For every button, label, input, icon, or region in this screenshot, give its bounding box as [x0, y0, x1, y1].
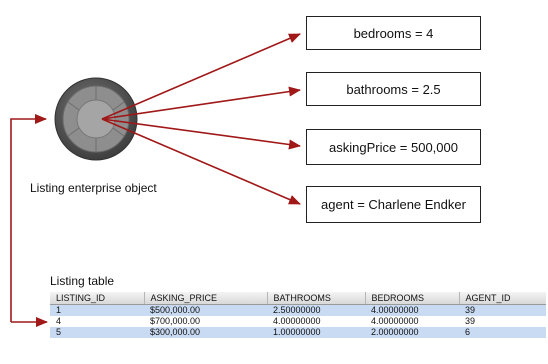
attribute-box-bedrooms: bedrooms = 4 [306, 16, 481, 50]
cell-listing-id: 1 [56, 305, 62, 315]
attribute-box-agent: agent = Charlene Endker [306, 186, 481, 223]
cell-listing-id: 5 [56, 327, 62, 337]
object-caption: Listing enterprise object [30, 181, 157, 195]
table-row[interactable]: 5 $300,000.00 1.00000000 2.00000000 6 [50, 327, 546, 338]
cell-asking-price: $500,000.00 [150, 305, 201, 315]
listing-table: LISTING_ID ASKING_PRICE BATHROOMS BEDROO… [50, 292, 546, 338]
arrow-to-bedrooms [101, 33, 301, 120]
cell-bedrooms: 2.00000000 [371, 327, 419, 337]
table-row[interactable]: 4 $700,000.00 4.00000000 4.00000000 39 [50, 316, 546, 327]
table-title: Listing table [50, 274, 115, 288]
arrow-table-row-to-object [10, 114, 47, 322]
cell-bathrooms: 2.50000000 [273, 305, 321, 315]
cell-bedrooms: 4.00000000 [371, 316, 419, 326]
cell-listing-id: 4 [56, 316, 62, 326]
cell-agent-id: 6 [465, 327, 471, 337]
cell-asking-price: $300,000.00 [150, 327, 201, 337]
column-header-agent-id[interactable]: AGENT_ID [459, 292, 546, 305]
column-header-bedrooms[interactable]: BEDROOMS [365, 292, 460, 305]
cell-bathrooms: 4.00000000 [273, 316, 321, 326]
enterprise-object-icon [54, 77, 138, 161]
cell-agent-id: 39 [465, 305, 476, 315]
cell-agent-id: 39 [465, 316, 476, 326]
column-header-asking-price[interactable]: ASKING_PRICE [144, 292, 268, 305]
attribute-box-asking-price: askingPrice = 500,000 [306, 129, 481, 165]
cell-bathrooms: 1.00000000 [273, 327, 321, 337]
column-header-listing-id[interactable]: LISTING_ID [50, 292, 145, 305]
column-header-bathrooms[interactable]: BATHROOMS [267, 292, 366, 305]
attribute-box-bathrooms: bathrooms = 2.5 [306, 72, 481, 106]
cell-asking-price: $700,000.00 [150, 316, 201, 326]
cell-bedrooms: 4.00000000 [371, 305, 419, 315]
table-header-row: LISTING_ID ASKING_PRICE BATHROOMS BEDROO… [50, 292, 546, 305]
table-row[interactable]: 1 $500,000.00 2.50000000 4.00000000 39 [50, 304, 546, 316]
